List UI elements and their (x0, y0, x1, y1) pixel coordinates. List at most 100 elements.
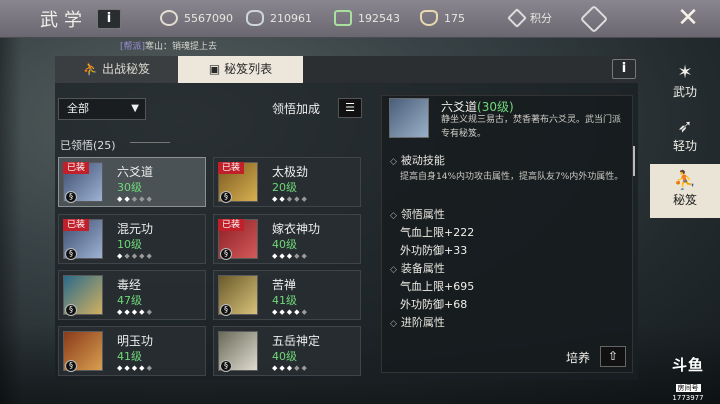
detail-description: 静坐义规三易古，焚香著布六爻灵。武当门派专有秘笈。 (441, 115, 622, 139)
school-badge-icon: § (220, 360, 232, 372)
star-rating: ◆◆◆◆◆ (117, 308, 154, 316)
insight-bonus-label: 领悟加成 (272, 102, 321, 116)
equip-stat: 外功防御+68 (400, 298, 468, 311)
insight-stat: 外功防御+33 (400, 244, 468, 257)
skill-name: 五岳神定 (272, 334, 321, 348)
resource-value: 210961 (270, 11, 312, 25)
skill-level: 30级 (117, 181, 142, 194)
watermark-room-id: 1773977 (672, 394, 704, 402)
skill-card[interactable]: 已装 § 嫁衣神功 40级 ◆◆◆◆◆ (213, 214, 361, 264)
school-badge-icon: § (65, 360, 77, 372)
cultivate-label: 培养 (566, 351, 591, 365)
close-button[interactable]: ✕ (672, 4, 704, 34)
skill-card[interactable]: § 毒经 47级 ◆◆◆◆◆ (58, 270, 206, 320)
skill-name: 苦禅 (272, 278, 297, 292)
equipped-tag: 已装 (63, 162, 89, 174)
panel-info-button[interactable]: i (612, 59, 636, 79)
star-rating: ◆◆◆◆◆ (117, 195, 154, 203)
resource-value: 5567090 (184, 11, 233, 25)
insight-stat: 气血上限+222 (400, 226, 475, 239)
notice-text: 寒山：销魂提上去 (145, 42, 218, 52)
resource-jade: 192543 (334, 10, 400, 26)
skill-card[interactable]: 已装 § 混元功 10级 ◆◆◆◆◆ (58, 214, 206, 264)
passive-text: 提高自身14%内功攻击属性，提高队友7%内外功属性。 (400, 172, 624, 182)
section-label: 进阶属性 (400, 316, 445, 329)
equip-stat: 气血上限+695 (400, 280, 475, 293)
meditate-icon: ⛹ (83, 62, 98, 76)
resource-coin: 5567090 (160, 10, 233, 26)
douyu-watermark: 斗鱼 房间号 1773977 (666, 354, 710, 402)
detail-scrollbar[interactable] (633, 146, 635, 176)
passive-section-title: ◇ 被动技能 (390, 154, 445, 167)
cultivate-button[interactable]: ⇧ (600, 346, 626, 367)
filter-dropdown[interactable]: 全部 ▼ (58, 98, 146, 120)
guild-notice: [帮派]寒山：销魂提上去 (120, 39, 217, 52)
page-title: 武学 (40, 10, 88, 31)
star-rating: ◆◆◆◆◆ (272, 364, 309, 372)
skill-level: 41级 (272, 294, 297, 307)
skill-level: 41级 (117, 350, 142, 363)
school-badge-icon: § (65, 304, 77, 316)
star-rating: ◆◆◆◆◆ (117, 364, 154, 372)
watermark-brand: 斗鱼 (671, 356, 704, 374)
skill-name: 六爻道 (117, 165, 154, 179)
left-decoration (0, 38, 22, 404)
skill-name: 嫁衣神功 (272, 222, 321, 236)
tab-label: 秘笈列表 (224, 62, 273, 76)
skill-level: 47级 (117, 294, 142, 307)
star-rating: ◆◆◆◆◆ (272, 252, 309, 260)
tab-manual-list[interactable]: ▣ 秘笈列表 (178, 56, 303, 83)
list-icon[interactable]: ☰ (338, 98, 362, 118)
notice-tag: [帮派] (120, 42, 146, 52)
side-nav-martial[interactable]: ✶ 武功 (650, 56, 720, 110)
top-bar: 武学 i 5567090 210961 192543 175 积分 ✕ (0, 0, 720, 38)
skill-level: 10级 (117, 238, 142, 251)
equipped-tag: 已装 (218, 219, 244, 231)
side-nav-label: 秘笈 (672, 193, 697, 207)
advance-section-title: ◇ 进阶属性 (390, 316, 445, 329)
tab-label: 出战秘笈 (101, 62, 150, 76)
skill-name: 混元功 (117, 222, 154, 236)
points-icon (507, 8, 527, 28)
section-label: 被动技能 (400, 154, 445, 167)
skill-card[interactable]: § 五岳神定 40级 ◆◆◆◆◆ (213, 326, 361, 376)
silver-icon (246, 10, 264, 26)
book-icon: ▣ (208, 62, 221, 76)
school-badge-icon: § (220, 304, 232, 316)
flight-icon: ➶ (677, 116, 693, 137)
skill-level: 20级 (272, 181, 297, 194)
settings-gear-icon[interactable] (579, 4, 609, 34)
skill-card[interactable]: § 明玉功 41级 ◆◆◆◆◆ (58, 326, 206, 376)
side-nav: ✶ 武功 ➶ 轻功 ⛹ 秘笈 (650, 56, 720, 266)
divider (130, 142, 170, 143)
equipped-tag: 已装 (218, 162, 244, 174)
side-nav-manual[interactable]: ⛹ 秘笈 (650, 164, 720, 218)
up-arrow-icon: ⇧ (607, 349, 619, 363)
section-label: 装备属性 (400, 262, 445, 275)
resource-value: 175 (444, 11, 465, 25)
star-rating: ◆◆◆◆◆ (272, 195, 309, 203)
panel-tabs: ⛹ 出战秘笈 ▣ 秘笈列表 i (55, 56, 638, 83)
side-nav-flight[interactable]: ➶ 轻功 (650, 110, 720, 164)
skill-card[interactable]: 已装 § 太极劲 20级 ◆◆◆◆◆ (213, 157, 361, 207)
school-badge-icon: § (65, 248, 77, 260)
skill-name: 明玉功 (117, 334, 154, 348)
detail-manual-icon (389, 98, 429, 138)
equipped-tag: 已装 (63, 219, 89, 231)
learned-count: 已领悟(25) (60, 139, 116, 152)
watermark-room-label: 房间号 (675, 384, 701, 392)
skill-name: 毒经 (117, 278, 142, 292)
tab-battle-manuals[interactable]: ⛹ 出战秘笈 (55, 56, 178, 83)
school-badge-icon: § (220, 248, 232, 260)
detail-level: (30级) (477, 100, 514, 114)
skill-card[interactable]: 已装 § 六爻道 30级 ◆◆◆◆◆ (58, 157, 206, 207)
side-nav-label: 轻功 (672, 139, 697, 153)
points-button[interactable]: 积分 (507, 8, 552, 28)
title-info-button[interactable]: i (97, 9, 121, 29)
star-rating: ◆◆◆◆◆ (117, 252, 154, 260)
equip-section-title: ◇ 装备属性 (390, 262, 445, 275)
skill-card[interactable]: § 苦禅 41级 ◆◆◆◆◆ (213, 270, 361, 320)
filter-value: 全部 (67, 102, 89, 115)
school-badge-icon: § (65, 191, 77, 203)
bowl-icon (420, 10, 438, 26)
